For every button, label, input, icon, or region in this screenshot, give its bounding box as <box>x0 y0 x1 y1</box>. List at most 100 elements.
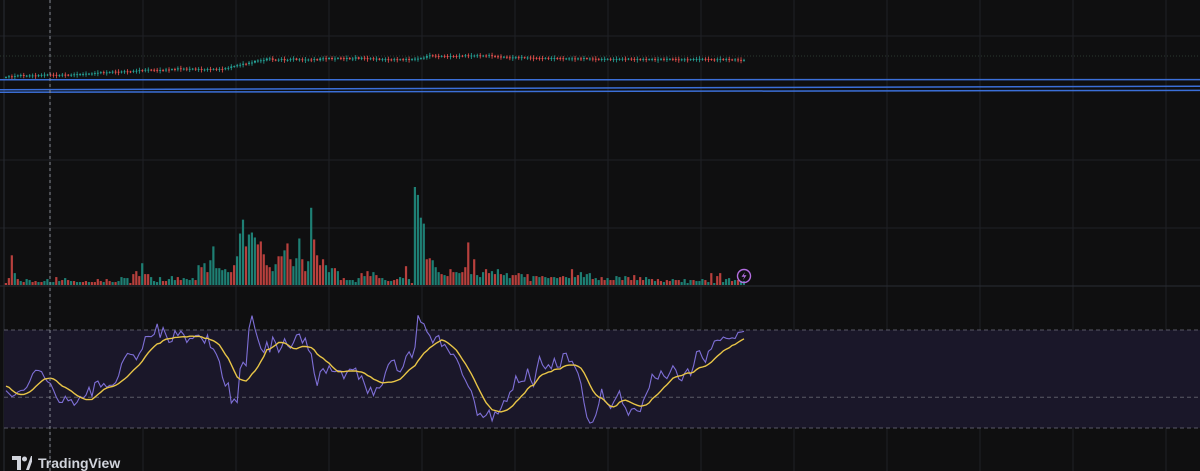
candle-body[interactable] <box>538 58 541 59</box>
volume-bar[interactable] <box>173 280 176 285</box>
candle-body[interactable] <box>262 60 265 62</box>
candle-body[interactable] <box>96 72 99 74</box>
volume-bar[interactable] <box>393 280 396 285</box>
volume-bar[interactable] <box>422 223 425 285</box>
candle-body[interactable] <box>141 70 144 72</box>
candle-body[interactable] <box>289 59 292 61</box>
candle-body[interactable] <box>455 56 458 57</box>
volume-bar[interactable] <box>262 254 265 285</box>
volume-bar[interactable] <box>396 279 399 285</box>
candle-body[interactable] <box>13 76 16 77</box>
candle-body[interactable] <box>734 59 737 61</box>
candle-body[interactable] <box>680 59 683 61</box>
candle-body[interactable] <box>132 70 135 72</box>
candle-body[interactable] <box>627 58 630 60</box>
candle-body[interactable] <box>153 69 156 71</box>
candle-body[interactable] <box>126 71 129 73</box>
candle-body[interactable] <box>67 74 70 76</box>
candle-body[interactable] <box>399 59 402 61</box>
candle-body[interactable] <box>156 69 159 71</box>
volume-bar[interactable] <box>46 279 49 285</box>
volume-bar[interactable] <box>126 278 129 285</box>
price-panel[interactable] <box>0 52 1200 93</box>
candle-body[interactable] <box>61 74 64 76</box>
volume-bar[interactable] <box>722 282 725 285</box>
candle-body[interactable] <box>624 58 627 60</box>
volume-bar[interactable] <box>713 283 716 285</box>
candle-body[interactable] <box>654 59 657 60</box>
volume-bar[interactable] <box>259 241 262 285</box>
volume-bar[interactable] <box>369 276 372 285</box>
volume-bar[interactable] <box>591 279 594 285</box>
volume-bar[interactable] <box>114 282 117 285</box>
volume-bar[interactable] <box>680 282 683 285</box>
candle-body[interactable] <box>319 58 322 61</box>
candle-body[interactable] <box>55 74 58 76</box>
volume-bar[interactable] <box>301 259 304 285</box>
candle-body[interactable] <box>331 58 334 59</box>
volume-bar[interactable] <box>541 276 544 285</box>
volume-bar[interactable] <box>597 280 600 285</box>
volume-bar[interactable] <box>354 282 357 285</box>
volume-bar[interactable] <box>64 278 67 285</box>
candle-body[interactable] <box>233 66 236 67</box>
volume-bar[interactable] <box>653 281 657 285</box>
candle-body[interactable] <box>660 58 663 60</box>
volume-bar[interactable] <box>493 274 497 285</box>
volume-bar[interactable] <box>227 272 230 285</box>
volume-bar[interactable] <box>511 275 514 285</box>
candle-body[interactable] <box>19 75 22 76</box>
candle-body[interactable] <box>692 59 695 60</box>
volume-bar[interactable] <box>37 282 40 285</box>
volume-bar[interactable] <box>490 271 494 285</box>
candle-body[interactable] <box>333 58 336 60</box>
volume-bar[interactable] <box>730 281 734 285</box>
candle-body[interactable] <box>722 59 725 60</box>
candle-body[interactable] <box>609 58 612 60</box>
volume-bar[interactable] <box>339 280 342 285</box>
candle-body[interactable] <box>671 58 674 60</box>
volume-bar[interactable] <box>398 277 402 285</box>
volume-bar[interactable] <box>152 281 156 285</box>
candle-body[interactable] <box>185 68 188 70</box>
volume-bar[interactable] <box>686 283 689 285</box>
volume-bar[interactable] <box>656 279 660 285</box>
candle-body[interactable] <box>363 57 366 59</box>
candle-body[interactable] <box>550 58 553 59</box>
candle-body[interactable] <box>565 58 568 60</box>
candle-body[interactable] <box>159 70 162 71</box>
candle-body[interactable] <box>585 58 588 59</box>
volume-bar[interactable] <box>647 279 651 285</box>
candle-body[interactable] <box>268 58 271 60</box>
candle-body[interactable] <box>25 75 28 77</box>
candle-body[interactable] <box>559 58 562 59</box>
candle-body[interactable] <box>360 57 363 59</box>
volume-bar[interactable] <box>155 282 159 285</box>
candle-body[interactable] <box>322 58 325 60</box>
volume-bar[interactable] <box>727 278 731 285</box>
candle-body[interactable] <box>707 59 710 60</box>
volume-bar[interactable] <box>87 282 90 285</box>
candle-body[interactable] <box>431 55 434 57</box>
trendline[interactable] <box>0 89 1200 93</box>
candle-body[interactable] <box>286 59 289 61</box>
candle-body[interactable] <box>354 57 357 59</box>
candle-body[interactable] <box>209 69 212 70</box>
candle-body[interactable] <box>325 58 328 60</box>
candle-body[interactable] <box>236 65 239 67</box>
candle-body[interactable] <box>544 57 547 59</box>
volume-bar[interactable] <box>191 278 194 285</box>
candle-body[interactable] <box>99 72 102 74</box>
volume-bar[interactable] <box>404 266 408 285</box>
volume-bar[interactable] <box>431 260 434 285</box>
volume-bar[interactable] <box>16 279 19 285</box>
volume-bar[interactable] <box>253 237 256 285</box>
volume-bar[interactable] <box>206 272 209 285</box>
candle-body[interactable] <box>197 69 200 70</box>
candle-body[interactable] <box>677 59 680 61</box>
candle-body[interactable] <box>665 58 668 60</box>
rsi-panel[interactable] <box>4 315 1200 429</box>
volume-bar[interactable] <box>333 268 336 285</box>
candle-body[interactable] <box>416 58 419 60</box>
volume-bar[interactable] <box>437 272 440 285</box>
